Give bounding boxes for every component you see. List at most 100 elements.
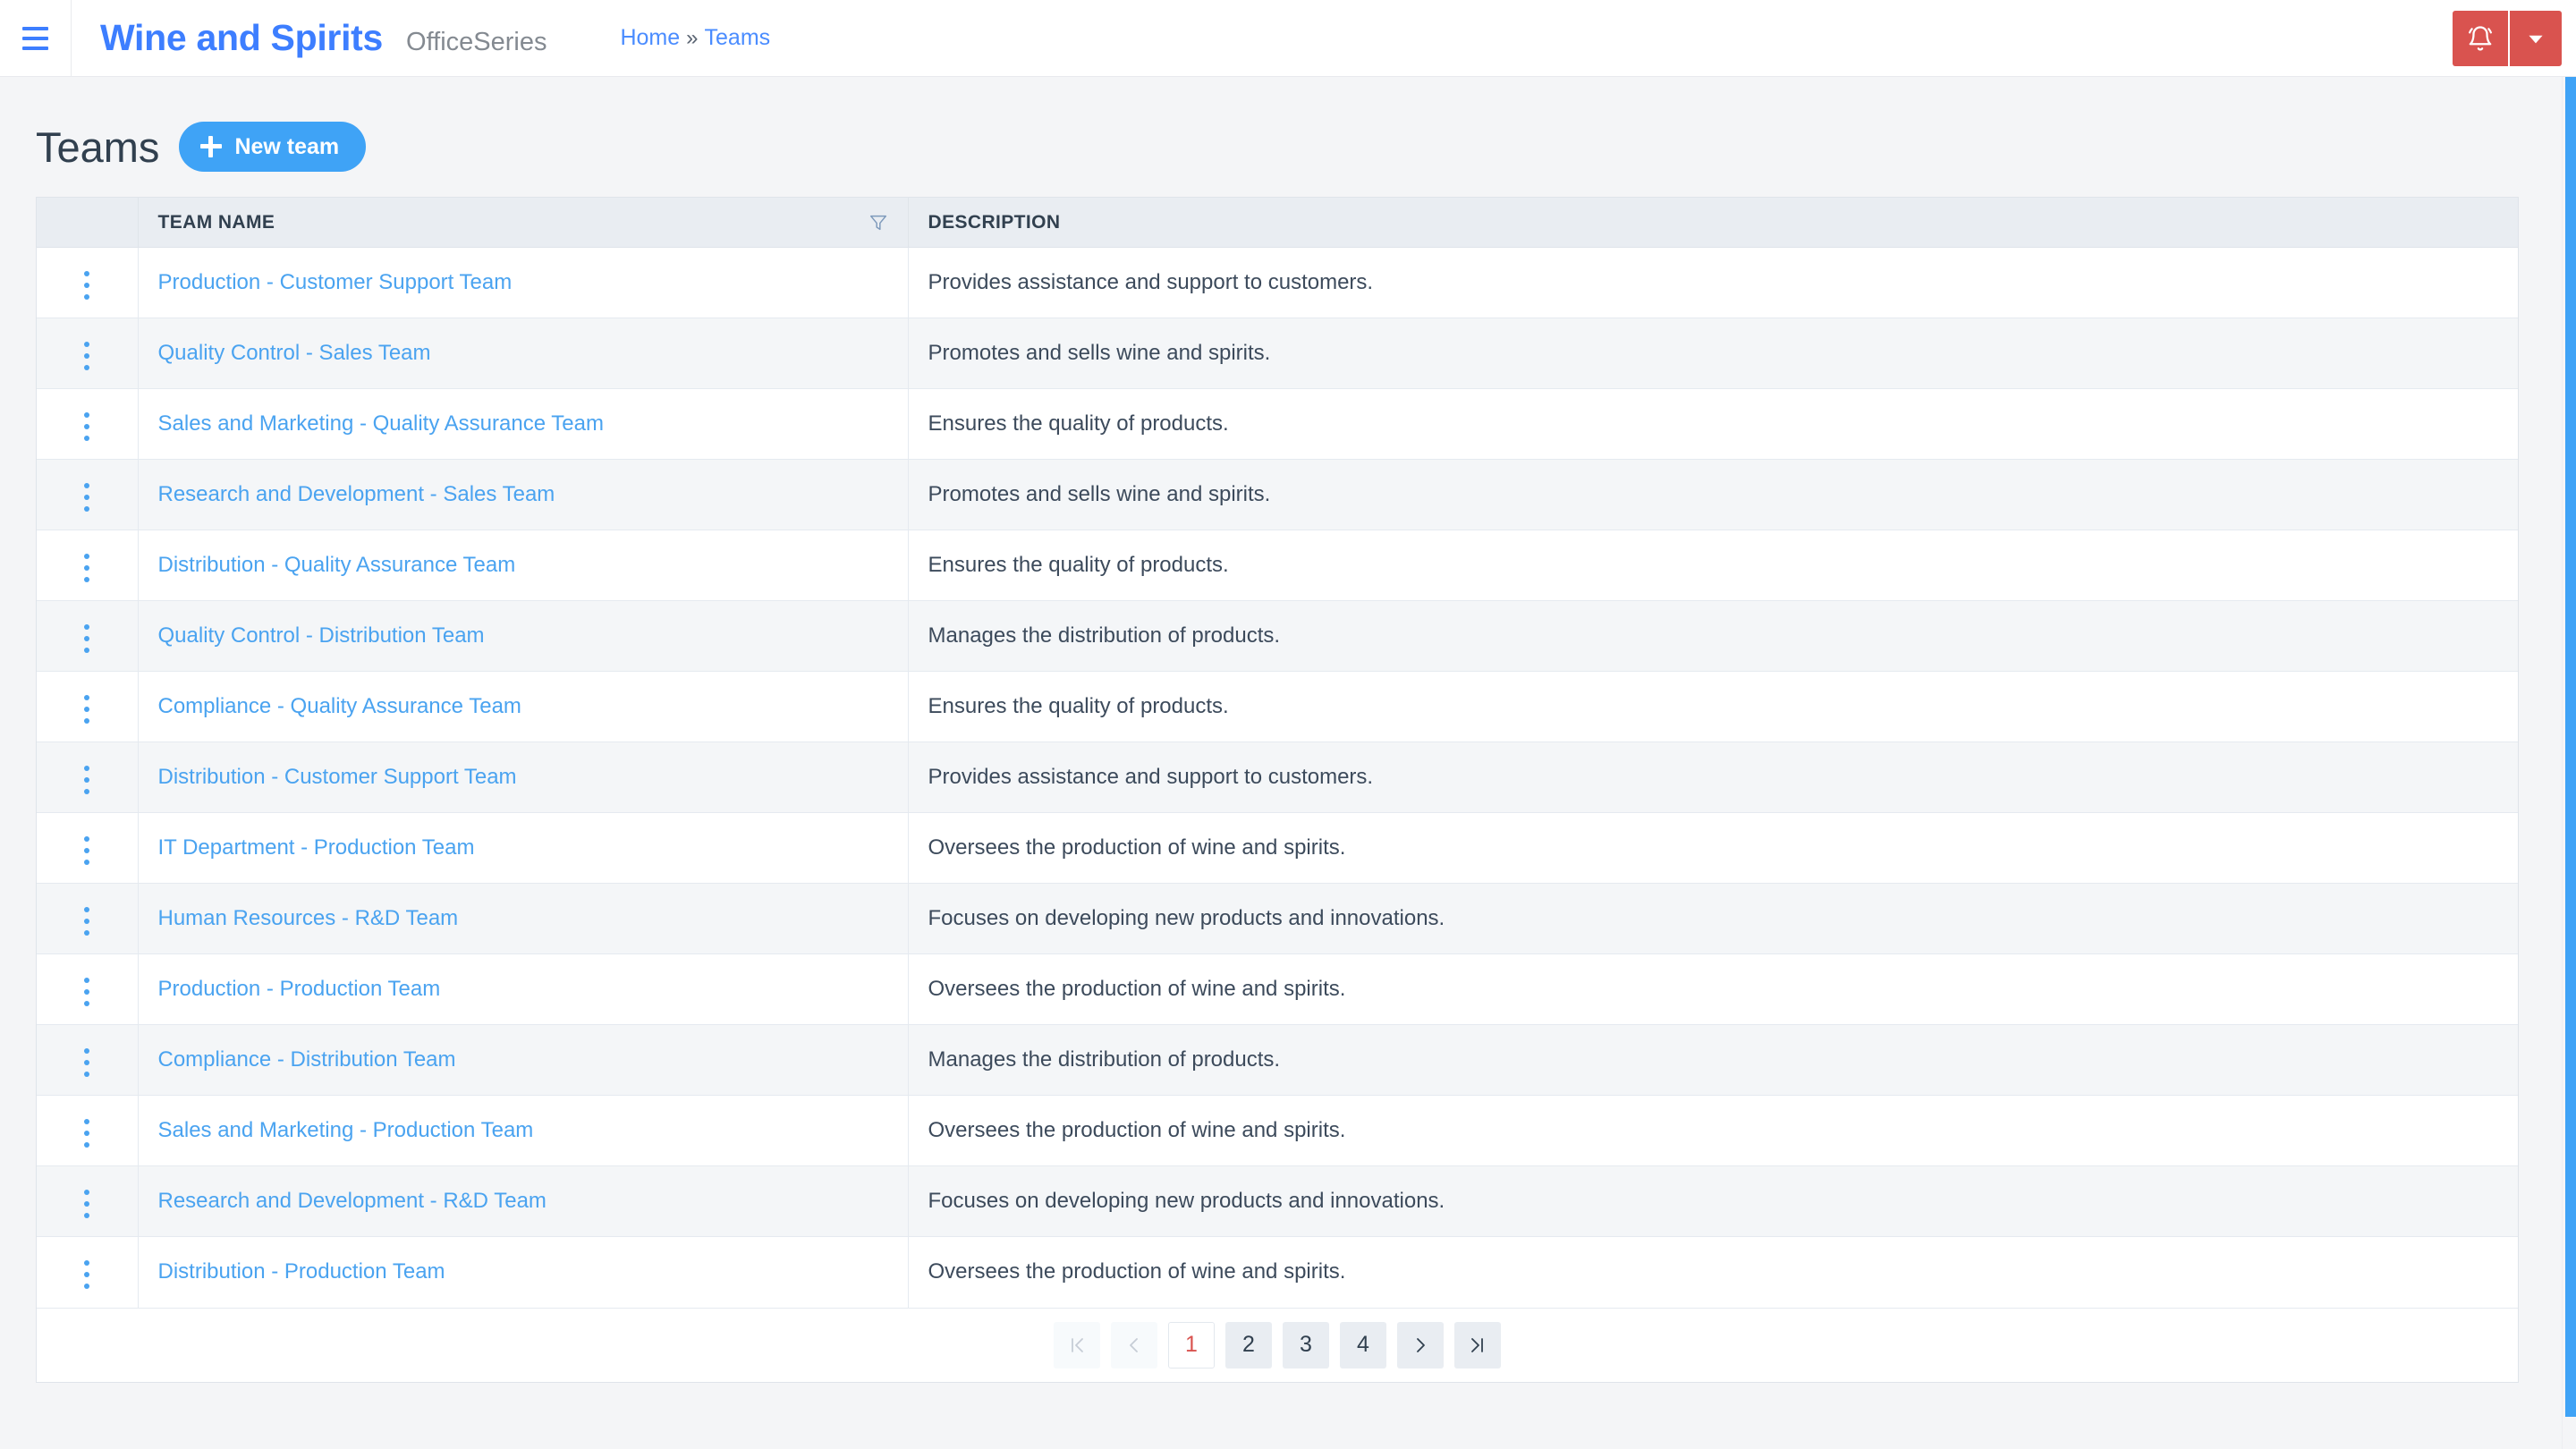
row-menu-cell: [37, 883, 139, 954]
new-team-button-label: New team: [234, 133, 340, 159]
team-description-cell: Provides assistance and support to custo…: [908, 247, 2518, 318]
teams-table: TEAM NAME DESCRIPTION Production - Custo…: [37, 197, 2518, 1308]
bell-icon[interactable]: [2453, 11, 2508, 66]
column-header-description[interactable]: DESCRIPTION: [908, 197, 2518, 248]
team-description-cell: Oversees the production of wine and spir…: [908, 812, 2518, 884]
previous-page-icon: [1130, 1337, 1138, 1352]
team-name-link[interactable]: Research and Development - Sales Team: [158, 482, 555, 506]
kebab-menu-icon[interactable]: [67, 687, 106, 732]
row-menu-cell: [37, 1236, 139, 1308]
kebab-menu-icon[interactable]: [67, 475, 106, 520]
pagination-page-3[interactable]: 3: [1283, 1321, 1329, 1368]
team-description-cell: Focuses on developing new products and i…: [908, 1165, 2518, 1237]
page-title: Teams: [36, 123, 160, 171]
new-team-button[interactable]: New team: [179, 122, 367, 172]
team-name-link[interactable]: Distribution - Production Team: [158, 1259, 445, 1284]
row-menu-cell: [37, 318, 139, 389]
team-description-cell: Provides assistance and support to custo…: [908, 741, 2518, 813]
table-row: Distribution - Production Team Oversees t…: [37, 1236, 2518, 1308]
topbar-actions: [2453, 0, 2576, 77]
chevron-down-icon: [2529, 35, 2543, 44]
kebab-menu-icon[interactable]: [67, 758, 106, 802]
team-name-link[interactable]: Distribution - Quality Assurance Team: [158, 553, 516, 577]
team-name-cell: Compliance - Distribution Team: [138, 1024, 909, 1096]
breadcrumb-item-teams[interactable]: Teams: [705, 25, 771, 51]
team-description-cell: Focuses on developing new products and i…: [908, 883, 2518, 954]
kebab-menu-icon[interactable]: [67, 1252, 106, 1297]
hamburger-bar: [21, 26, 48, 30]
team-name-cell: Sales and Marketing - Production Team: [138, 1095, 909, 1166]
team-name-link[interactable]: Production - Production Team: [158, 977, 441, 1001]
pagination-page-2[interactable]: 2: [1225, 1321, 1272, 1368]
pagination-page-1[interactable]: 1: [1168, 1321, 1215, 1368]
kebab-menu-icon[interactable]: [67, 899, 106, 944]
pagination-last-page-button[interactable]: [1454, 1321, 1501, 1368]
row-menu-cell: [37, 812, 139, 884]
hamburger-bar: [21, 36, 48, 40]
kebab-menu-icon[interactable]: [67, 970, 106, 1014]
kebab-menu-icon[interactable]: [67, 334, 106, 378]
column-header-team-name[interactable]: TEAM NAME: [138, 197, 909, 248]
plus-icon: [200, 136, 223, 157]
teams-table-card: TEAM NAME DESCRIPTION Production - Custo…: [36, 197, 2519, 1383]
alert-dropdown-button[interactable]: [2508, 11, 2562, 66]
team-name-cell: Quality Control - Distribution Team: [138, 600, 909, 672]
kebab-menu-icon[interactable]: [67, 1040, 106, 1085]
kebab-menu-icon[interactable]: [67, 1111, 106, 1156]
team-name-cell: Distribution - Customer Support Team: [138, 741, 909, 813]
kebab-menu-icon[interactable]: [67, 828, 106, 873]
team-name-link[interactable]: Distribution - Customer Support Team: [158, 765, 517, 789]
team-name-link[interactable]: Sales and Marketing - Quality Assurance …: [158, 411, 604, 436]
top-navigation-bar: Wine and Spirits OfficeSeries Home » Tea…: [0, 0, 2576, 77]
team-name-link[interactable]: IT Department - Production Team: [158, 835, 475, 860]
team-name-cell: IT Department - Production Team: [138, 812, 909, 884]
kebab-menu-icon[interactable]: [67, 616, 106, 661]
kebab-menu-icon[interactable]: [67, 404, 106, 449]
team-name-cell: Research and Development - R&D Team: [138, 1165, 909, 1237]
team-name-cell: Distribution - Quality Assurance Team: [138, 530, 909, 601]
team-name-link[interactable]: Quality Control - Distribution Team: [158, 623, 485, 648]
first-page-icon: [1072, 1337, 1083, 1352]
filter-icon[interactable]: [869, 213, 888, 233]
team-name-link[interactable]: Sales and Marketing - Production Team: [158, 1118, 534, 1142]
table-row: Sales and Marketing - Production Team Ove…: [37, 1095, 2518, 1166]
brand: Wine and Spirits OfficeSeries: [100, 17, 547, 59]
row-menu-cell: [37, 1165, 139, 1237]
row-menu-cell: [37, 600, 139, 672]
table-header: TEAM NAME DESCRIPTION: [37, 197, 2518, 248]
row-menu-cell: [37, 741, 139, 813]
team-description-cell: Promotes and sells wine and spirits.: [908, 459, 2518, 530]
row-menu-cell: [37, 1095, 139, 1166]
team-description-cell: Promotes and sells wine and spirits.: [908, 318, 2518, 389]
kebab-menu-icon[interactable]: [67, 263, 106, 308]
team-name-cell: Distribution - Production Team: [138, 1236, 909, 1308]
team-name-cell: Sales and Marketing - Quality Assurance …: [138, 388, 909, 460]
table-header-row: TEAM NAME DESCRIPTION: [37, 197, 2518, 248]
breadcrumb-item-home[interactable]: Home: [620, 25, 680, 51]
brand-title[interactable]: Wine and Spirits: [100, 17, 383, 59]
row-menu-cell: [37, 671, 139, 742]
table-row: Compliance - Distribution Team Manages th…: [37, 1024, 2518, 1096]
table-row: Human Resources - R&D Team Focuses on dev…: [37, 883, 2518, 954]
kebab-menu-icon[interactable]: [67, 1182, 106, 1226]
vertical-scrollbar-thumb[interactable]: [2565, 77, 2576, 1417]
team-name-link[interactable]: Quality Control - Sales Team: [158, 341, 431, 365]
team-name-link[interactable]: Production - Customer Support Team: [158, 270, 513, 294]
team-name-link[interactable]: Compliance - Distribution Team: [158, 1047, 456, 1072]
team-name-link[interactable]: Research and Development - R&D Team: [158, 1189, 547, 1213]
topbar-divider: [71, 0, 72, 77]
team-description-cell: Ensures the quality of products.: [908, 530, 2518, 601]
team-description-cell: Oversees the production of wine and spir…: [908, 1095, 2518, 1166]
pagination-previous-page-button[interactable]: [1111, 1321, 1157, 1368]
team-name-cell: Production - Customer Support Team: [138, 247, 909, 318]
vertical-scrollbar[interactable]: [2562, 77, 2576, 1449]
team-name-link[interactable]: Compliance - Quality Assurance Team: [158, 694, 521, 718]
kebab-menu-icon[interactable]: [67, 546, 106, 590]
hamburger-icon[interactable]: [3, 0, 67, 77]
pagination-first-page-button[interactable]: [1054, 1321, 1100, 1368]
team-name-link[interactable]: Human Resources - R&D Team: [158, 906, 459, 930]
next-page-icon: [1417, 1337, 1425, 1352]
pagination-next-page-button[interactable]: [1397, 1321, 1444, 1368]
row-menu-cell: [37, 388, 139, 460]
pagination-page-4[interactable]: 4: [1340, 1321, 1386, 1368]
